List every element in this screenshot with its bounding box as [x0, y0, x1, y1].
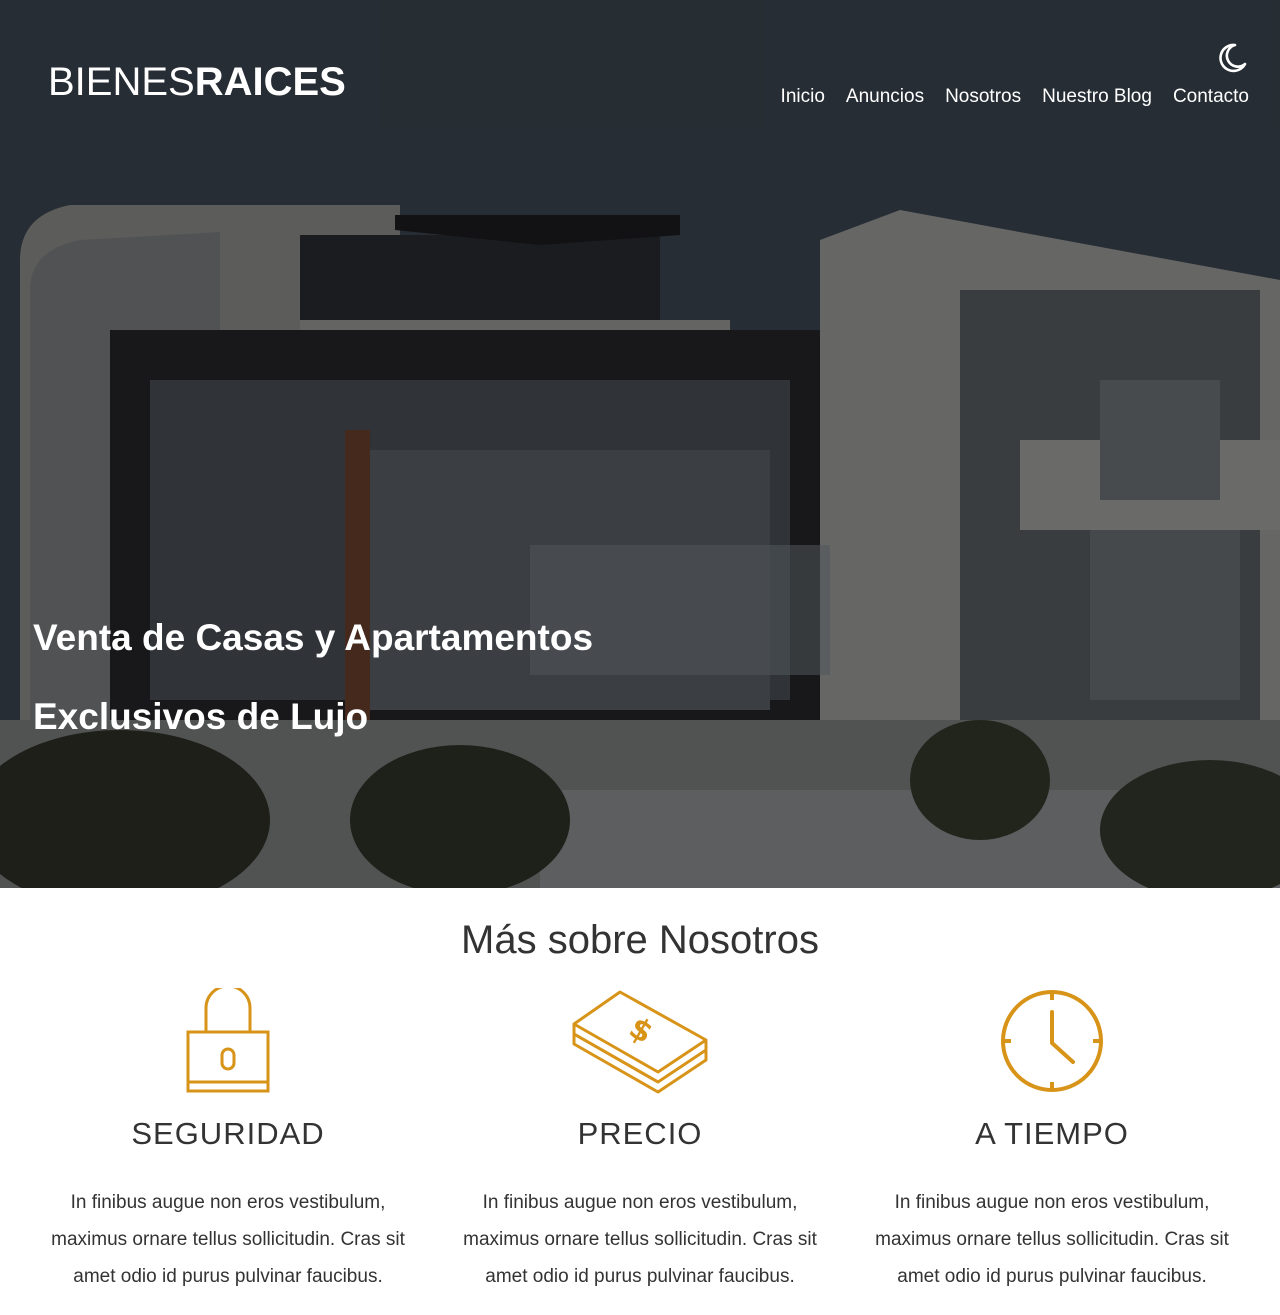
hero-title: Venta de Casas y Apartamentos Exclusivos…	[33, 617, 594, 737]
feature-heading: PRECIO	[577, 1116, 703, 1151]
nav-link-anuncios[interactable]: Anuncios	[846, 85, 924, 109]
about-section: Más sobre Nosotros SEGURIDAD In finibus …	[0, 888, 1280, 1315]
feature-precio: $ PRECIO In finibus augue non eros vesti…	[435, 984, 845, 1295]
hero-section: BIENESRAICES Inicio Anuncios Nosotros Nu…	[0, 0, 1280, 888]
about-title: Más sobre Nosotros	[461, 918, 819, 962]
feature-heading: SEGURIDAD	[131, 1116, 325, 1151]
site-logo[interactable]: BIENESRAICES	[48, 58, 346, 106]
money-stack-icon: $	[572, 990, 708, 1094]
feature-heading: A TIEMPO	[975, 1116, 1129, 1151]
logo-text-light: BIENES	[48, 60, 195, 104]
moon-icon	[1219, 43, 1247, 73]
dark-mode-toggle[interactable]	[1214, 40, 1250, 76]
logo-text-bold: RAICES	[194, 60, 346, 104]
nav-link-nosotros[interactable]: Nosotros	[945, 85, 1021, 109]
lock-icon	[186, 988, 270, 1093]
clock-icon	[1001, 990, 1103, 1092]
feature-text: In finibus augue non eros vestibulum, ma…	[51, 1192, 405, 1287]
feature-a-tiempo: A TIEMPO In finibus augue non eros vesti…	[847, 984, 1257, 1295]
svg-text:$: $	[623, 1010, 659, 1051]
nav-link-blog[interactable]: Nuestro Blog	[1042, 85, 1152, 109]
feature-text: In finibus augue non eros vestibulum, ma…	[463, 1192, 817, 1287]
site-header: BIENESRAICES Inicio Anuncios Nosotros Nu…	[0, 0, 1280, 140]
nav-link-inicio[interactable]: Inicio	[781, 85, 825, 109]
feature-text: In finibus augue non eros vestibulum, ma…	[875, 1192, 1229, 1287]
feature-seguridad: SEGURIDAD In finibus augue non eros vest…	[23, 984, 433, 1295]
nav-link-contacto[interactable]: Contacto	[1173, 85, 1249, 109]
features-list: SEGURIDAD In finibus augue non eros vest…	[23, 984, 1257, 1304]
main-nav: Inicio Anuncios Nosotros Nuestro Blog Co…	[781, 85, 1249, 109]
